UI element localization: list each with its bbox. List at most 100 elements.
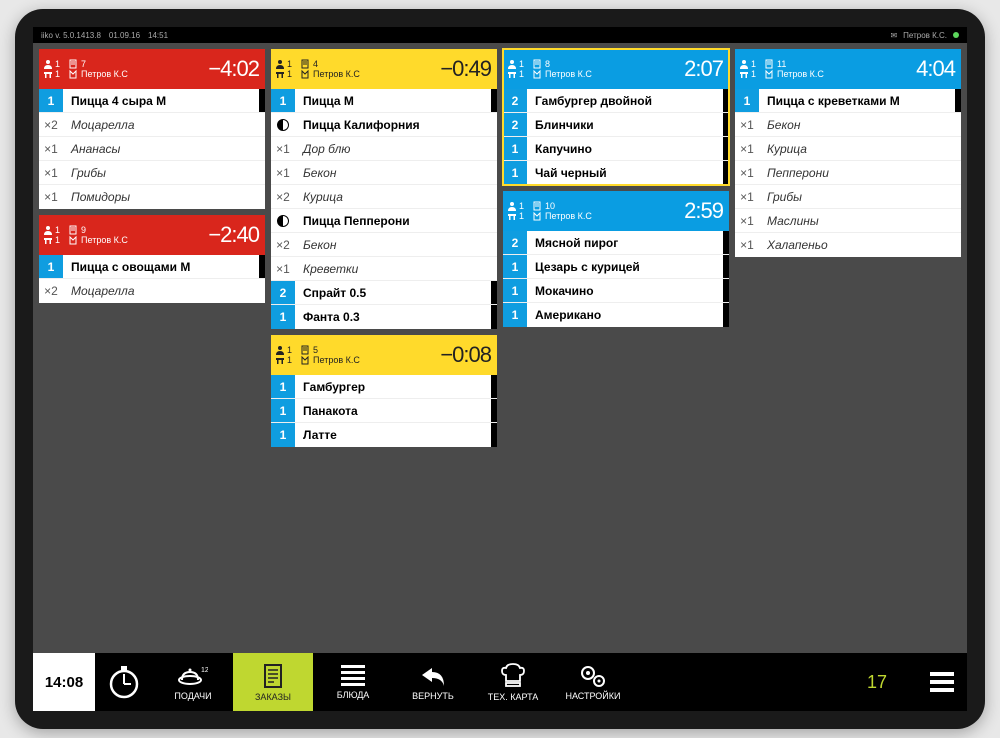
mail-icon[interactable]: ✉ xyxy=(890,31,897,40)
screen: iiko v. 5.0.1413.8 01.09.16 14:51 ✉ Петр… xyxy=(33,27,967,711)
order-header[interactable]: 1 1 11 Петров К.С 4:04 xyxy=(735,49,961,89)
order-number: 9 xyxy=(81,225,86,235)
order-item[interactable]: ×1Бекон xyxy=(735,113,961,137)
item-name: Халапеньо xyxy=(759,238,961,252)
order-item[interactable]: ×2Моцарелла xyxy=(39,113,265,137)
menu-button[interactable] xyxy=(917,653,967,711)
order-card[interactable]: 1 1 4 Петров К.С −0:491Пицца МПицца Кали… xyxy=(271,49,497,329)
orders-icon xyxy=(261,663,285,689)
order-card[interactable]: 1 1 5 Петров К.С −0:081Гамбургер1Панакот… xyxy=(271,335,497,447)
guest-table-block: 1 1 xyxy=(507,201,524,221)
order-item[interactable]: ×1Пепперони xyxy=(735,161,961,185)
order-timer: −0:08 xyxy=(440,342,491,368)
board-column: 1 1 11 Петров К.С 4:041Пицца с креветкам… xyxy=(735,49,961,257)
order-item[interactable]: ×2Курица xyxy=(271,185,497,209)
order-card[interactable]: 1 1 9 Петров К.С −2:401Пицца с овощами М… xyxy=(39,215,265,303)
order-item[interactable]: 1 Цезарь с курицей xyxy=(503,255,729,279)
order-item[interactable]: Пицца Калифорния xyxy=(271,113,497,137)
item-qty: 1 xyxy=(39,89,63,112)
item-name: Помидоры xyxy=(63,190,265,204)
person-icon xyxy=(43,225,53,235)
order-item[interactable]: 1Латте xyxy=(271,423,497,447)
toolbar-serve-button[interactable]: 123ПОДАЧИ xyxy=(153,653,233,711)
order-card[interactable]: 1 1 7 Петров К.С −4:021Пицца 4 сыра М×2М… xyxy=(39,49,265,209)
order-item[interactable]: ×1Халапеньо xyxy=(735,233,961,257)
toolbar-undo-button[interactable]: ВЕРНУТЬ xyxy=(393,653,473,711)
order-item[interactable]: ×1Помидоры xyxy=(39,185,265,209)
item-tick xyxy=(955,89,961,112)
item-tick xyxy=(491,89,497,112)
order-card[interactable]: 1 1 8 Петров К.С 2:072Гамбургер двойной2… xyxy=(503,49,729,185)
stopwatch-icon[interactable] xyxy=(95,653,153,711)
order-item[interactable]: 1Панакота xyxy=(271,399,497,423)
order-item[interactable]: ×1Маслины xyxy=(735,209,961,233)
toolbar-orders-button[interactable]: ЗАКАЗЫ xyxy=(233,653,313,711)
order-item[interactable]: 1Пицца 4 сыра М xyxy=(39,89,265,113)
item-name: Пицца Пепперони xyxy=(295,214,497,228)
order-item[interactable]: ×2Моцарелла xyxy=(39,279,265,303)
status-dot-icon xyxy=(953,32,959,38)
order-item[interactable]: ×1Дор блю xyxy=(271,137,497,161)
order-card[interactable]: 1 1 10 Петров К.С 2:592Мясной пирог1 Цез… xyxy=(503,191,729,327)
order-item[interactable]: 1Пицца с овощами М xyxy=(39,255,265,279)
order-item[interactable]: ×1Креветки xyxy=(271,257,497,281)
order-item[interactable]: ×2Бекон xyxy=(271,233,497,257)
toolbar-gears-button[interactable]: НАСТРОЙКИ xyxy=(553,653,633,711)
board-column: 1 1 8 Петров К.С 2:072Гамбургер двойной2… xyxy=(503,49,729,327)
table-icon xyxy=(275,355,285,365)
order-item[interactable]: ×1Грибы xyxy=(735,185,961,209)
order-meta: 4 Петров К.С xyxy=(300,59,440,79)
order-item[interactable]: 2Мясной пирог xyxy=(503,231,729,255)
table-number: 1 xyxy=(55,235,60,245)
order-header[interactable]: 1 1 7 Петров К.С −4:02 xyxy=(39,49,265,89)
order-timer: −4:02 xyxy=(208,56,259,82)
order-item[interactable]: 1Пицца с креветками М xyxy=(735,89,961,113)
order-item[interactable]: 1Гамбургер xyxy=(271,375,497,399)
waiter-icon xyxy=(764,69,774,79)
order-item[interactable]: Пицца Пепперони xyxy=(271,209,497,233)
item-name: Цезарь с курицей xyxy=(527,260,723,274)
order-header[interactable]: 1 1 4 Петров К.С −0:49 xyxy=(271,49,497,89)
guest-count: 1 xyxy=(519,201,524,211)
order-item[interactable]: ×1Грибы xyxy=(39,161,265,185)
order-item[interactable]: 2Гамбургер двойной xyxy=(503,89,729,113)
order-item[interactable]: 1Пицца М xyxy=(271,89,497,113)
order-item[interactable]: 1Фанта 0.3 xyxy=(271,305,497,329)
order-item[interactable]: 1Капучино xyxy=(503,137,729,161)
item-name: Пицца М xyxy=(295,94,491,108)
toolbar-list-button[interactable]: БЛЮДА xyxy=(313,653,393,711)
item-name: Чай черный xyxy=(527,166,723,180)
item-tick xyxy=(723,161,729,185)
order-item[interactable]: 1Чай черный xyxy=(503,161,729,185)
item-qty: 1 xyxy=(39,255,63,278)
item-name: Мясной пирог xyxy=(527,236,723,250)
toolbar-label: БЛЮДА xyxy=(337,690,370,700)
order-header[interactable]: 1 1 9 Петров К.С −2:40 xyxy=(39,215,265,255)
order-card[interactable]: 1 1 11 Петров К.С 4:041Пицца с креветкам… xyxy=(735,49,961,257)
order-item[interactable]: 1Мокачино xyxy=(503,279,729,303)
order-header[interactable]: 1 1 8 Петров К.С 2:07 xyxy=(503,49,729,89)
table-icon xyxy=(275,69,285,79)
waiter-name: Петров К.С xyxy=(313,69,360,79)
toolbar-chef-button[interactable]: ТЕХ. КАРТА xyxy=(473,653,553,711)
order-item[interactable]: 2Спрайт 0.5 xyxy=(271,281,497,305)
order-item[interactable]: ×1Бекон xyxy=(271,161,497,185)
order-header[interactable]: 1 1 5 Петров К.С −0:08 xyxy=(271,335,497,375)
item-qty: 1 xyxy=(503,255,527,278)
guest-table-block: 1 1 xyxy=(275,345,292,365)
order-item[interactable]: 2Блинчики xyxy=(503,113,729,137)
table-number: 1 xyxy=(287,355,292,365)
order-item[interactable]: ×1Ананасы xyxy=(39,137,265,161)
waiter-icon xyxy=(532,69,542,79)
order-meta: 11 Петров К.С xyxy=(764,59,916,79)
order-item[interactable]: ×1Курица xyxy=(735,137,961,161)
waiter-icon xyxy=(300,69,310,79)
toolbar-label: ВЕРНУТЬ xyxy=(412,691,454,701)
item-tick xyxy=(491,399,497,422)
toolbar-label: ТЕХ. КАРТА xyxy=(488,692,539,702)
table-number: 1 xyxy=(519,211,524,221)
order-header[interactable]: 1 1 10 Петров К.С 2:59 xyxy=(503,191,729,231)
guest-count: 1 xyxy=(519,59,524,69)
order-item[interactable]: 1Американо xyxy=(503,303,729,327)
item-qty: 1 xyxy=(271,423,295,447)
